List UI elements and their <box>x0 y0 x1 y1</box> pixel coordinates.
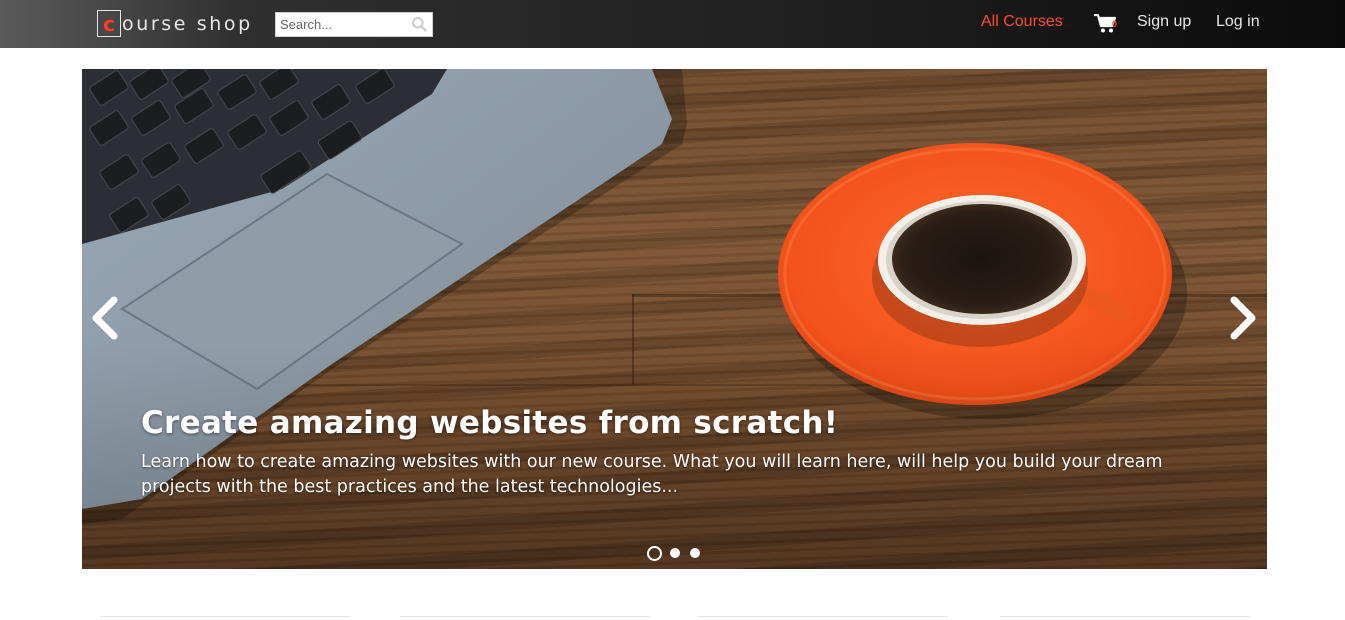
course-card[interactable] <box>698 616 948 620</box>
cart-count-badge: 0 <box>1112 19 1118 29</box>
carousel-indicator-3[interactable] <box>690 548 700 558</box>
course-card[interactable] <box>1000 616 1250 620</box>
search-icon[interactable] <box>411 16 428 33</box>
search-box <box>275 12 433 37</box>
course-card[interactable] <box>400 616 650 620</box>
slide-title: Create amazing websites from scratch! <box>141 405 839 441</box>
brand-letter-box: c <box>97 10 121 37</box>
top-navbar: c ourse shop All Courses 0 Sign up Log i… <box>0 0 1345 48</box>
carousel-indicators <box>647 545 710 561</box>
course-card[interactable] <box>100 616 350 620</box>
chevron-right-icon[interactable] <box>1228 295 1260 341</box>
hero-carousel: Create amazing websites from scratch! Le… <box>82 69 1267 569</box>
search-input[interactable] <box>276 13 408 36</box>
nav-all-courses[interactable]: All Courses <box>981 13 1063 31</box>
carousel-indicator-1[interactable] <box>647 545 662 561</box>
nav-log-in[interactable]: Log in <box>1216 13 1260 31</box>
carousel-indicator-2[interactable] <box>670 548 680 558</box>
nav-sign-up[interactable]: Sign up <box>1137 13 1191 31</box>
chevron-left-icon[interactable] <box>88 295 120 341</box>
slide-description: Learn how to create amazing websites wit… <box>141 452 1163 497</box>
brand-logo[interactable]: c ourse shop <box>97 10 253 37</box>
brand-name: ourse shop <box>122 12 253 35</box>
